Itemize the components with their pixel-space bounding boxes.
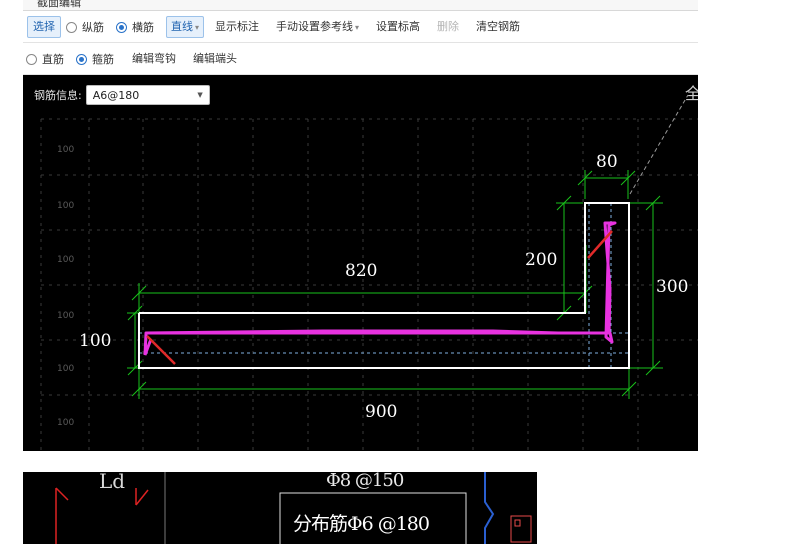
clear-rebar-button[interactable]: 清空钢筋	[470, 16, 526, 38]
cad-label-distribution: 分布筋Φ6 @180	[293, 513, 430, 535]
cad-label-top: Φ8 @150	[326, 472, 404, 491]
dimension-text-100: 100	[79, 331, 111, 351]
radio-longitudinal[interactable]: 纵筋	[66, 19, 104, 35]
chevron-down-icon: ▾	[355, 23, 360, 32]
radio-transverse[interactable]: 横筋	[116, 19, 154, 35]
dimension-text-820: 820	[345, 261, 377, 281]
window-title-bar: 截面编辑	[23, 0, 698, 11]
radio-stirrup[interactable]: 箍筋	[76, 51, 114, 67]
dimension-text-900: 900	[365, 402, 397, 422]
radio-unchecked-icon	[26, 53, 37, 65]
set-elevation-button[interactable]: 设置标高	[370, 16, 426, 38]
radio-transverse-label: 横筋	[132, 21, 154, 34]
delete-button[interactable]: 删除	[431, 16, 465, 38]
rebar-info-value: A6@180	[92, 88, 140, 102]
grid-label: 100	[57, 201, 74, 211]
manual-reference-line-dropdown[interactable]: 手动设置参考线 ▾	[270, 16, 365, 38]
grid-label: 100	[57, 364, 74, 374]
edit-hook-button[interactable]: 编辑弯钩	[126, 48, 182, 70]
offscreen-glyph: 全	[685, 84, 698, 103]
reference-guide-line	[629, 94, 689, 195]
select-button[interactable]: 选择	[27, 16, 61, 38]
chevron-down-icon: ▼	[197, 91, 203, 99]
radio-checked-icon	[76, 53, 87, 65]
radio-stirrup-label: 箍筋	[92, 53, 114, 66]
show-dimensions-button[interactable]: 显示标注	[209, 16, 265, 38]
toolbar-secondary: 直筋 箍筋 编辑弯钩 编辑端头	[23, 44, 698, 75]
radio-checked-icon	[116, 21, 127, 33]
dimension-text-80: 80	[596, 152, 618, 172]
toolbar-primary: 选择 纵筋 横筋 直线 ▾ 显示标注 手动设置参考线 ▾ 设置标高 删除 清空钢筋	[23, 12, 698, 43]
radio-unchecked-icon	[66, 21, 77, 33]
radio-straight-bar[interactable]: 直筋	[26, 51, 64, 67]
edit-end-button[interactable]: 编辑端头	[187, 48, 243, 70]
grid-label: 100	[57, 255, 74, 265]
dimension-text-200: 200	[525, 250, 557, 270]
dimension-text-300: 300	[656, 277, 688, 297]
line-mode-label: 直线	[171, 20, 193, 33]
cad-drawing-preview: Ld Φ8 @150 分布筋Φ6 @180	[23, 472, 537, 544]
grid-label: 100	[57, 418, 74, 428]
grid-label: 100	[57, 145, 74, 155]
line-mode-dropdown[interactable]: 直线 ▾	[166, 16, 205, 38]
window-title: 截面编辑	[37, 0, 81, 9]
rebar-info-select[interactable]: A6@180 ▼	[85, 85, 210, 105]
rebar-info: 钢筋信息: A6@180 ▼	[34, 85, 210, 105]
grid-label: 100	[57, 311, 74, 321]
chevron-down-icon: ▾	[195, 23, 200, 32]
rebar-info-label: 钢筋信息:	[34, 89, 82, 102]
section-editor-panel: 截面编辑 选择 纵筋 横筋 直线 ▾ 显示标注 手动设置参考线 ▾ 设置标高 删除 …	[23, 0, 698, 452]
stirrup-rebar[interactable]	[144, 221, 617, 344]
cad-text-fragment: Ld	[99, 472, 126, 493]
radio-straight-label: 直筋	[42, 53, 64, 66]
drawing-canvas[interactable]: 100 100 100 100 100 100 全 80 200 820 300…	[23, 75, 698, 451]
radio-longitudinal-label: 纵筋	[82, 21, 104, 34]
manual-reference-line-label: 手动设置参考线	[276, 20, 354, 33]
section-drawing: 100 100 100 100 100 100 全 80 200 820 300…	[40, 84, 698, 451]
